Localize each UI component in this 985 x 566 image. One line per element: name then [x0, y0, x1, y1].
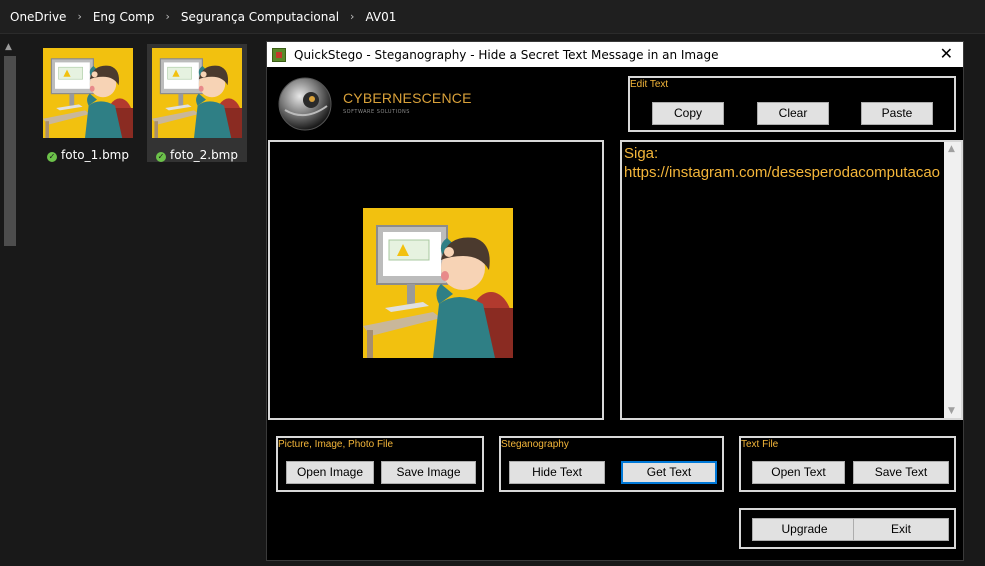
file-thumbnail: [152, 48, 242, 138]
desktop: OneDrive › Eng Comp › Segurança Computac…: [0, 0, 985, 566]
edit-text-group: Edit Text Copy Clear Paste: [628, 76, 956, 132]
file-name: foto_1.bmp: [61, 148, 129, 162]
save-text-button[interactable]: Save Text: [853, 461, 949, 484]
group-label: Text File: [741, 439, 779, 450]
sync-check-icon: ✓: [156, 152, 166, 162]
steganography-group: Steganography Hide Text Get Text: [499, 436, 724, 492]
breadcrumb: OneDrive › Eng Comp › Segurança Computac…: [0, 0, 985, 34]
bottom-actions-group: Upgrade Exit: [739, 508, 956, 549]
chevron-right-icon: ›: [77, 10, 82, 23]
group-label: Steganography: [501, 439, 569, 450]
scroll-up-icon[interactable]: ▲: [948, 144, 955, 154]
copy-button[interactable]: Copy: [652, 102, 724, 125]
paste-button[interactable]: Paste: [861, 102, 933, 125]
hide-text-button[interactable]: Hide Text: [509, 461, 605, 484]
logo-globe-icon: [278, 77, 332, 131]
breadcrumb-item-seguranca[interactable]: Segurança Computacional: [181, 10, 339, 24]
cybernescence-logo: CYBERNESCENCE SOFTWARE SOLUTIONS: [277, 76, 477, 132]
quickstego-app-icon: [272, 47, 286, 62]
breadcrumb-item-onedrive[interactable]: OneDrive: [10, 10, 66, 24]
group-label: Edit Text: [630, 79, 669, 90]
upgrade-button[interactable]: Upgrade: [752, 518, 857, 541]
scroll-up-icon[interactable]: ▲: [5, 42, 12, 52]
logo-name: CYBERNESCENCE: [343, 90, 472, 106]
save-image-button[interactable]: Save Image: [381, 461, 476, 484]
image-preview-panel: [268, 140, 604, 420]
window-title: QuickStego - Steganography - Hide a Secr…: [294, 47, 719, 62]
loaded-image: [363, 208, 513, 358]
exit-button[interactable]: Exit: [853, 518, 949, 541]
close-icon[interactable]: ✕: [940, 45, 953, 63]
clear-button[interactable]: Clear: [757, 102, 829, 125]
sync-check-icon: ✓: [47, 152, 57, 162]
group-label: Picture, Image, Photo File: [278, 439, 394, 450]
get-text-button[interactable]: Get Text: [621, 461, 717, 484]
text-scrollbar[interactable]: ▲ ▼: [944, 142, 961, 418]
file-item[interactable]: ✓ foto_1.bmp: [38, 44, 138, 162]
quickstego-window: QuickStego - Steganography - Hide a Secr…: [266, 41, 964, 561]
file-item-selected[interactable]: ✓ foto_2.bmp: [147, 44, 247, 162]
open-text-button[interactable]: Open Text: [752, 461, 845, 484]
secret-text-panel[interactable]: Siga: https://instagram.com/desesperodac…: [620, 140, 963, 420]
scrollbar-thumb[interactable]: [4, 56, 16, 246]
breadcrumb-item-av01[interactable]: AV01: [365, 10, 396, 24]
chevron-right-icon: ›: [350, 10, 355, 23]
logo-tagline: SOFTWARE SOLUTIONS: [343, 109, 410, 115]
chevron-right-icon: ›: [165, 10, 170, 23]
file-thumbnail: [43, 48, 133, 138]
scroll-down-icon[interactable]: ▼: [948, 406, 955, 416]
secret-text-area[interactable]: Siga: https://instagram.com/desesperodac…: [624, 144, 946, 416]
file-name: foto_2.bmp: [170, 148, 238, 162]
explorer-scrollbar[interactable]: ▲: [0, 36, 20, 566]
window-titlebar[interactable]: QuickStego - Steganography - Hide a Secr…: [267, 42, 963, 67]
open-image-button[interactable]: Open Image: [286, 461, 374, 484]
breadcrumb-item-eng-comp[interactable]: Eng Comp: [93, 10, 155, 24]
text-file-group: Text File Open Text Save Text: [739, 436, 956, 492]
picture-file-group: Picture, Image, Photo File Open Image Sa…: [276, 436, 484, 492]
